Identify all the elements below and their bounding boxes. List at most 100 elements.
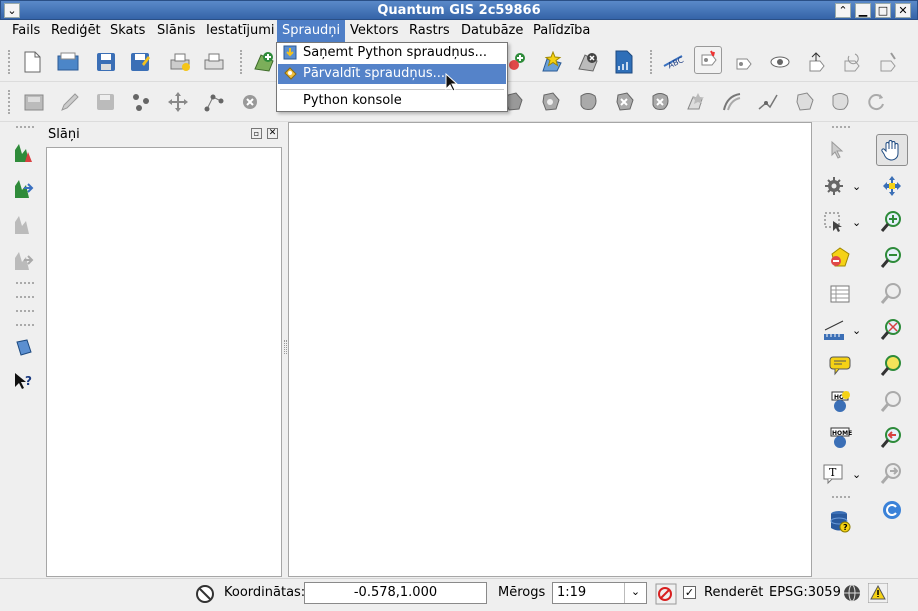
menu-settings[interactable]: Iestatījumi [205, 23, 276, 38]
chevron-down-icon[interactable]: ⌄ [624, 583, 646, 603]
new-spatialite-layer-icon[interactable] [610, 48, 638, 76]
panel-splitter[interactable] [284, 340, 287, 354]
menu-item-python-console[interactable]: Python konsole [278, 91, 506, 111]
close-panel-icon[interactable]: ✕ [267, 128, 278, 139]
chevron-down-icon[interactable]: ⌄ [852, 324, 861, 337]
open-project-icon[interactable] [54, 48, 82, 76]
new-bookmark-icon[interactable]: HO [826, 388, 854, 416]
add-raster-green-icon[interactable] [10, 174, 38, 202]
help-book-icon[interactable] [10, 334, 38, 362]
new-print-composer-icon[interactable] [166, 48, 194, 76]
float-panel-icon[interactable]: ▫ [251, 128, 262, 139]
stop-render-icon[interactable] [655, 583, 677, 609]
pan-map-icon[interactable] [876, 134, 908, 166]
menu-view[interactable]: Skats [109, 23, 146, 38]
measure-line-icon[interactable] [820, 316, 848, 344]
menu-file[interactable]: Fails [11, 23, 41, 38]
label-tool-icon[interactable]: ABC [660, 48, 688, 76]
print-composer-manager-icon[interactable] [200, 48, 228, 76]
coordinate-capture-icon[interactable] [194, 583, 216, 609]
chevron-down-icon[interactable]: ⌄ [852, 216, 861, 229]
attribute-table-icon[interactable] [826, 280, 854, 308]
menu-edit[interactable]: Rediģēt [50, 23, 102, 38]
add-part-icon[interactable] [574, 88, 602, 116]
delete-selected-icon[interactable] [236, 88, 264, 116]
pan-to-selection-icon[interactable] [878, 172, 906, 200]
toolbar-grip[interactable] [16, 296, 34, 300]
toolbar-grip[interactable] [16, 126, 34, 130]
save-edits-icon[interactable] [92, 88, 120, 116]
select-features-icon[interactable] [826, 136, 854, 164]
menu-database[interactable]: Datubāze [460, 23, 524, 38]
menu-plugins[interactable]: Spraudņi [277, 20, 346, 42]
toolbar-grip[interactable] [832, 496, 850, 500]
merge-attributes-icon[interactable] [826, 88, 854, 116]
zoom-last-icon[interactable] [878, 424, 906, 452]
menu-help[interactable]: Palīdzība [532, 23, 591, 38]
chevron-down-icon[interactable]: ⌄ [852, 468, 861, 481]
toolbar-grip[interactable] [8, 90, 12, 114]
toggle-editing-icon[interactable] [20, 88, 48, 116]
messages-warning-icon[interactable] [867, 582, 889, 607]
merge-features-icon[interactable] [790, 88, 818, 116]
label-show-hide-icon[interactable] [730, 48, 758, 76]
coordinates-field[interactable]: -0.578,1.000 [304, 582, 487, 604]
projection-globe-icon[interactable] [842, 583, 862, 607]
menu-layer[interactable]: Slānis [156, 23, 196, 38]
raster-histogram-icon[interactable] [10, 210, 38, 238]
scale-combobox[interactable]: 1:19 ⌄ [552, 582, 647, 604]
database-manager-icon[interactable]: ? [826, 508, 854, 536]
delete-part-icon[interactable] [646, 88, 674, 116]
menu-item-fetch-python-plugins[interactable]: Saņemt Python spraudņus... [278, 43, 506, 63]
text-annotation-icon[interactable]: T [820, 460, 848, 488]
refresh-icon[interactable] [878, 496, 906, 524]
node-tool-icon[interactable] [200, 88, 228, 116]
label-change-icon[interactable] [874, 48, 902, 76]
map-canvas[interactable] [288, 122, 812, 577]
toolbar-grip[interactable] [650, 50, 654, 74]
add-vector-layer-icon[interactable] [250, 48, 278, 76]
edit-pencil-icon[interactable] [56, 88, 84, 116]
toolbar-grip[interactable] [8, 50, 12, 74]
deselect-features-icon[interactable] [826, 244, 854, 272]
toolbar-grip[interactable] [240, 50, 244, 74]
zoom-selection-icon[interactable] [878, 388, 906, 416]
raster-stretch-icon[interactable] [10, 246, 38, 274]
zoom-native-icon[interactable] [878, 280, 906, 308]
add-point-icon[interactable] [128, 88, 156, 116]
new-shapefile-star-icon[interactable] [538, 48, 566, 76]
maximize-icon[interactable]: □ [875, 3, 891, 18]
minimize-icon[interactable]: ▁ [855, 3, 871, 18]
chevron-down-icon[interactable]: ⌄ [852, 180, 861, 193]
toolbar-grip[interactable] [832, 126, 850, 130]
move-feature-icon[interactable] [164, 88, 192, 116]
zoom-in-icon[interactable] [878, 208, 906, 236]
delete-ring-icon[interactable] [610, 88, 638, 116]
label-visibility-icon[interactable] [766, 48, 794, 76]
whats-this-icon[interactable]: ? [10, 368, 38, 396]
menu-raster[interactable]: Rastrs [408, 23, 451, 38]
identify-gear-icon[interactable] [820, 172, 848, 200]
label-rotate-icon[interactable] [838, 48, 866, 76]
split-features-icon[interactable] [754, 88, 782, 116]
add-raster-layer-icon[interactable] [10, 138, 38, 166]
select-rectangle-icon[interactable] [820, 208, 848, 236]
close-icon[interactable]: ✕ [895, 3, 911, 18]
shade-icon[interactable]: ⌃ [835, 3, 851, 18]
menu-item-manage-plugins[interactable]: Pārvaldīt spraudņus... [278, 64, 506, 84]
rotate-point-symbols-icon[interactable] [862, 88, 890, 116]
zoom-next-icon[interactable] [878, 460, 906, 488]
zoom-to-layer-icon[interactable] [878, 352, 906, 380]
menu-vector[interactable]: Vektors [349, 23, 400, 38]
layers-tree[interactable] [46, 147, 282, 577]
remove-layer-icon[interactable] [574, 48, 602, 76]
toolbar-grip[interactable] [16, 310, 34, 314]
crs-status[interactable]: EPSG:3059 [769, 585, 841, 600]
label-pin-icon[interactable] [694, 46, 722, 74]
toolbar-grip[interactable] [16, 282, 34, 286]
render-checkbox[interactable]: ✓ [683, 586, 696, 599]
new-project-icon[interactable] [18, 48, 46, 76]
label-move-icon[interactable] [802, 48, 830, 76]
toolbar-grip[interactable] [16, 324, 34, 328]
add-ring-icon[interactable] [536, 88, 564, 116]
